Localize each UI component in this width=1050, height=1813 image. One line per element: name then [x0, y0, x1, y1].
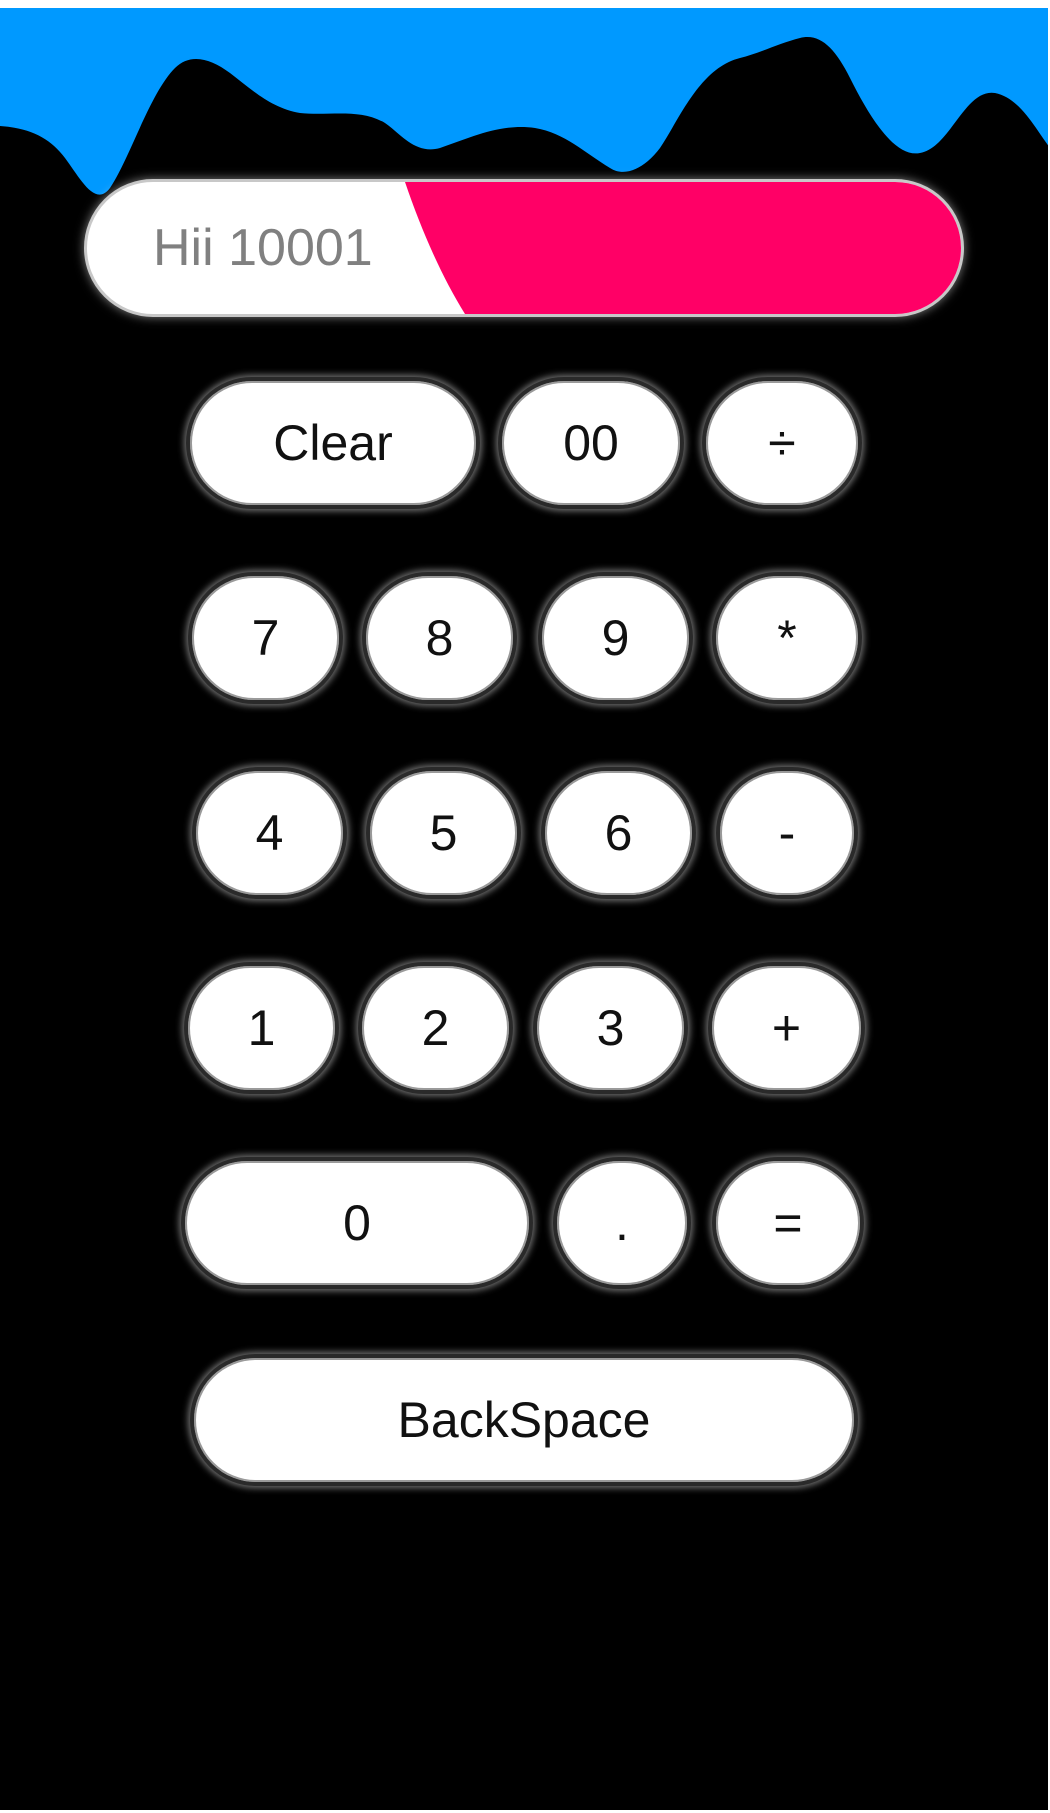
- equals-button[interactable]: =: [712, 1157, 864, 1289]
- calculator-screen: Hii 10001 Clear 00 ÷ 7 8 9 * 4 5 6 - 1 2…: [0, 0, 1050, 1813]
- clear-button[interactable]: Clear: [186, 377, 480, 509]
- display-value: Hii 10001: [153, 219, 373, 277]
- minus-button[interactable]: -: [716, 767, 858, 899]
- four-button[interactable]: 4: [192, 767, 347, 899]
- multiply-button[interactable]: *: [712, 572, 862, 704]
- nine-button[interactable]: 9: [538, 572, 693, 704]
- double-zero-button[interactable]: 00: [498, 377, 684, 509]
- one-button[interactable]: 1: [184, 962, 339, 1094]
- two-button[interactable]: 2: [358, 962, 513, 1094]
- top-border: [0, 0, 1050, 8]
- backspace-button[interactable]: BackSpace: [190, 1354, 858, 1486]
- seven-button[interactable]: 7: [188, 572, 343, 704]
- decimal-button[interactable]: .: [553, 1157, 691, 1289]
- five-button[interactable]: 5: [366, 767, 521, 899]
- plus-button[interactable]: +: [708, 962, 865, 1094]
- six-button[interactable]: 6: [541, 767, 696, 899]
- zero-button[interactable]: 0: [181, 1157, 533, 1289]
- three-button[interactable]: 3: [533, 962, 688, 1094]
- wave-header: [0, 8, 1050, 208]
- divide-button[interactable]: ÷: [702, 377, 862, 509]
- result-display: Hii 10001: [84, 179, 964, 317]
- eight-button[interactable]: 8: [362, 572, 517, 704]
